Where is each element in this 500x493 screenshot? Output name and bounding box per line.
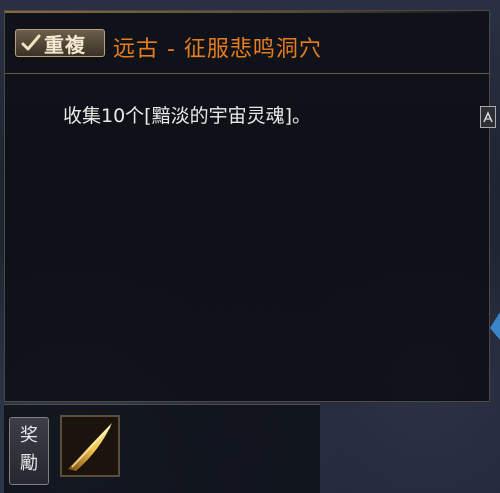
reward-label: 奖 勵	[9, 417, 49, 485]
reward-bar: 奖 勵	[4, 404, 320, 493]
game-screen: 重複 远古 - 征服悲鸣洞穴 收集10个[黯淡的宇宙灵魂]。 奖 勵	[0, 0, 500, 493]
arrow-up-icon	[483, 111, 493, 123]
quest-title: 远古 - 征服悲鸣洞穴	[113, 37, 322, 62]
edge-glow-decoration	[490, 312, 500, 340]
reward-label-line2: 勵	[20, 453, 38, 474]
repeat-badge: 重複	[15, 29, 105, 57]
reward-label-line1: 奖	[20, 425, 38, 446]
golden-blade-icon	[62, 417, 118, 475]
quest-objective-text: 收集10个[黯淡的宇宙灵魂]。	[63, 105, 312, 127]
quest-header: 重複 远古 - 征服悲鸣洞穴	[5, 11, 489, 74]
check-icon	[21, 34, 41, 51]
quest-tooltip-panel: 重複 远古 - 征服悲鸣洞穴 收集10个[黯淡的宇宙灵魂]。	[4, 10, 496, 402]
reward-item-slot[interactable]	[60, 415, 120, 477]
scroll-up-button[interactable]	[480, 106, 496, 128]
repeat-label: 重複	[44, 32, 86, 57]
